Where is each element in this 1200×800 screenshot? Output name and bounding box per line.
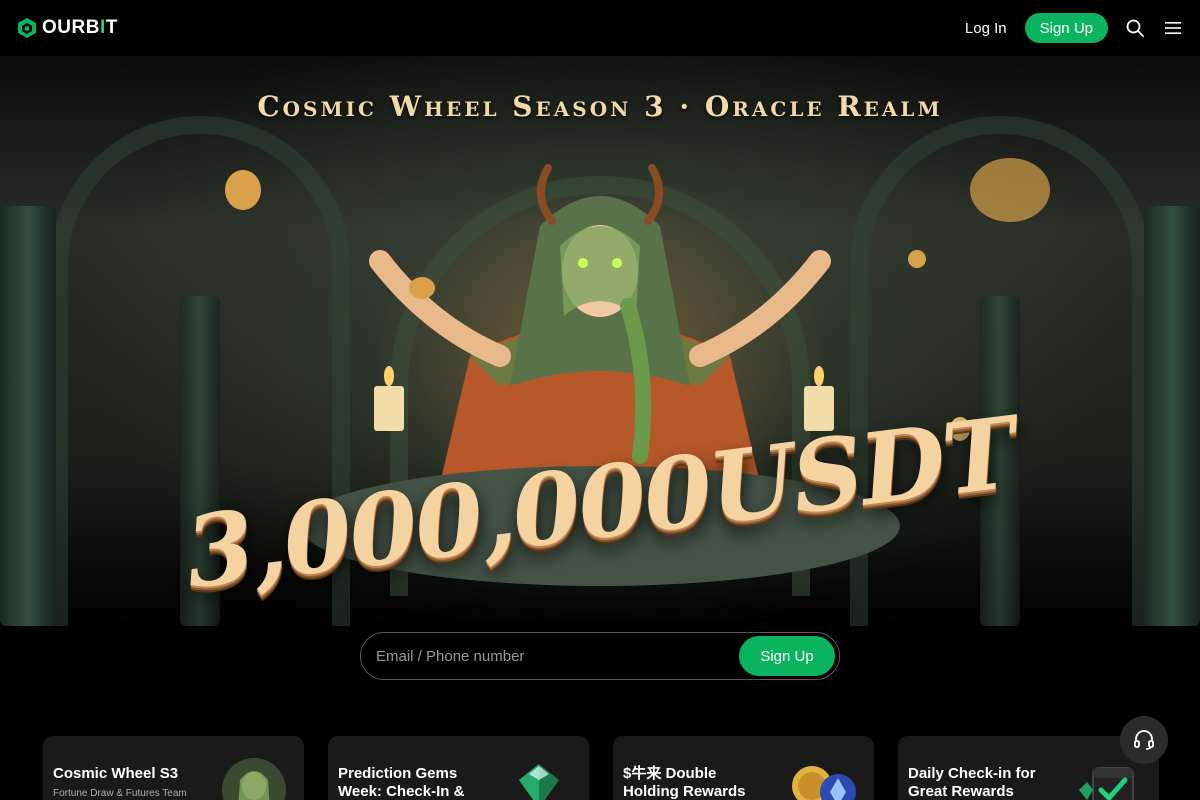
promo-card-title: Cosmic Wheel S3 — [53, 765, 179, 782]
promo-card-title: Prediction Gems Week: Check-In & — [338, 765, 465, 800]
promo-card[interactable]: Cosmic Wheel S3 Fortune Draw & Futures T… — [43, 736, 304, 800]
email-phone-input[interactable] — [376, 647, 739, 665]
token-coins-icon — [792, 766, 856, 800]
search-icon[interactable] — [1124, 17, 1146, 39]
gem-icon — [519, 764, 559, 800]
customer-support-button[interactable] — [1120, 716, 1168, 764]
signup-button-header[interactable]: Sign Up — [1024, 13, 1108, 43]
hero-banner: Cosmic Wheel Season 3 · Oracle Realm 3,0… — [0, 56, 1200, 626]
promo-card[interactable]: Prediction Gems Week: Check-In & — [328, 736, 589, 800]
promo-card-title: Daily Check-in for Great Rewards — [908, 765, 1036, 800]
signup-form: Sign Up — [360, 632, 840, 680]
logo-wordmark: OURBIT — [42, 17, 118, 38]
headset-icon — [1134, 730, 1154, 750]
oracle-thumbnail-icon — [222, 758, 286, 800]
promo-card-title: $牛来 Double Holding Rewards — [623, 765, 746, 800]
ourbit-logo[interactable]: OURBIT — [16, 17, 118, 39]
hero-title: Cosmic Wheel Season 3 · Oracle Realm — [257, 90, 943, 123]
promo-card[interactable]: $牛来 Double Holding Rewards — [613, 736, 874, 800]
ourbit-logo-icon — [18, 18, 36, 38]
signup-button-hero[interactable]: Sign Up — [739, 636, 835, 676]
promo-card-subtitle: Fortune Draw & Futures Team — [53, 788, 187, 799]
top-navbar: OURBIT Log In Sign Up — [0, 0, 1200, 56]
menu-icon[interactable] — [1162, 17, 1184, 39]
login-button[interactable]: Log In — [965, 20, 1007, 37]
